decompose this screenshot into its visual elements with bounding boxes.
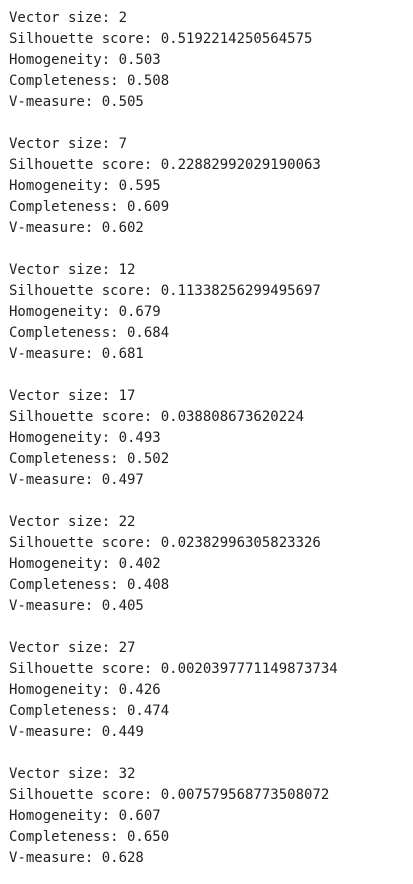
homogeneity-line: Homogeneity: 0.607 — [9, 808, 161, 824]
vector-size-line: Vector size: 27 — [9, 640, 136, 656]
silhouette-score-line: Silhouette score: 0.038808673620224 — [9, 409, 305, 425]
result-block: Vector size: 27 Silhouette score: 0.0020… — [9, 638, 413, 743]
silhouette-score-line: Silhouette score: 0.22882992029190063 — [9, 157, 321, 173]
result-block: Vector size: 17 Silhouette score: 0.0388… — [9, 386, 413, 491]
result-block: Vector size: 32 Silhouette score: 0.0075… — [9, 764, 413, 869]
completeness-line: Completeness: 0.408 — [9, 577, 170, 593]
vector-size-line: Vector size: 7 — [9, 136, 128, 152]
completeness-line: Completeness: 0.474 — [9, 703, 170, 719]
v-measure-line: V-measure: 0.602 — [9, 220, 144, 236]
completeness-line: Completeness: 0.609 — [9, 199, 170, 215]
silhouette-score-line: Silhouette score: 0.02382996305823326 — [9, 535, 321, 551]
vector-size-line: Vector size: 22 — [9, 514, 136, 530]
v-measure-line: V-measure: 0.681 — [9, 346, 144, 362]
result-block: Vector size: 7 Silhouette score: 0.22882… — [9, 134, 413, 239]
vector-size-line: Vector size: 2 — [9, 10, 128, 26]
homogeneity-line: Homogeneity: 0.595 — [9, 178, 161, 194]
homogeneity-line: Homogeneity: 0.679 — [9, 304, 161, 320]
v-measure-line: V-measure: 0.449 — [9, 724, 144, 740]
completeness-line: Completeness: 0.508 — [9, 73, 170, 89]
cell-output: Vector size: 2 Silhouette score: 0.51922… — [0, 0, 413, 884]
result-block: Vector size: 2 Silhouette score: 0.51922… — [9, 8, 413, 113]
v-measure-line: V-measure: 0.497 — [9, 472, 144, 488]
homogeneity-line: Homogeneity: 0.503 — [9, 52, 161, 68]
silhouette-score-line: Silhouette score: 0.0020397771149873734 — [9, 661, 338, 677]
homogeneity-line: Homogeneity: 0.426 — [9, 682, 161, 698]
completeness-line: Completeness: 0.684 — [9, 325, 170, 341]
homogeneity-line: Homogeneity: 0.493 — [9, 430, 161, 446]
v-measure-line: V-measure: 0.628 — [9, 850, 144, 866]
vector-size-line: Vector size: 12 — [9, 262, 136, 278]
vector-size-line: Vector size: 32 — [9, 766, 136, 782]
silhouette-score-line: Silhouette score: 0.007579568773508072 — [9, 787, 330, 803]
silhouette-score-line: Silhouette score: 0.11338256299495697 — [9, 283, 321, 299]
silhouette-score-line: Silhouette score: 0.5192214250564575 — [9, 31, 313, 47]
completeness-line: Completeness: 0.502 — [9, 451, 170, 467]
homogeneity-line: Homogeneity: 0.402 — [9, 556, 161, 572]
vector-size-line: Vector size: 17 — [9, 388, 136, 404]
v-measure-line: V-measure: 0.405 — [9, 598, 144, 614]
result-block: Vector size: 22 Silhouette score: 0.0238… — [9, 512, 413, 617]
v-measure-line: V-measure: 0.505 — [9, 94, 144, 110]
result-block: Vector size: 12 Silhouette score: 0.1133… — [9, 260, 413, 365]
completeness-line: Completeness: 0.650 — [9, 829, 170, 845]
